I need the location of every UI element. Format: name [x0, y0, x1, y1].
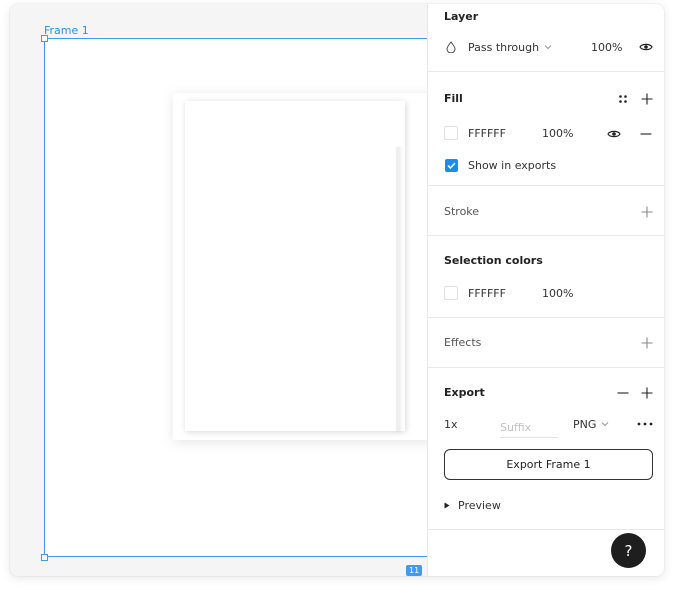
layer-section: Layer Pass through 100%	[428, 4, 664, 72]
properties-panel: Layer Pass through 100% Fill FFFFFF 100%…	[427, 4, 664, 576]
layer-title: Layer	[444, 10, 479, 23]
stroke-section: Stroke	[428, 186, 664, 236]
export-suffix-input[interactable]	[500, 417, 558, 438]
add-effect-icon[interactable]	[640, 336, 654, 350]
fill-hex[interactable]: FFFFFF	[468, 127, 506, 140]
add-export-icon[interactable]	[640, 386, 654, 400]
remove-export-icon[interactable]	[616, 386, 630, 400]
effects-title: Effects	[444, 336, 482, 349]
show-in-exports-label: Show in exports	[468, 159, 557, 172]
export-scale[interactable]: 1x	[444, 418, 458, 431]
chevron-down-icon	[544, 44, 552, 50]
remove-fill-icon[interactable]	[639, 127, 653, 141]
selection-color-opacity[interactable]: 100%	[542, 287, 573, 300]
selection-color-hex[interactable]: FFFFFF	[468, 287, 506, 300]
selection-color-swatch[interactable]	[444, 286, 458, 300]
effects-section: Effects	[428, 318, 664, 368]
fill-opacity[interactable]: 100%	[542, 127, 573, 140]
triangle-right-icon	[444, 502, 450, 509]
inner-rectangle[interactable]	[185, 101, 405, 431]
eye-icon[interactable]	[637, 40, 655, 54]
blend-mode-icon	[444, 40, 458, 54]
preview-label: Preview	[458, 498, 501, 512]
selection-colors-section: Selection colors FFFFFF 100%	[428, 236, 664, 318]
export-format-value: PNG	[573, 417, 597, 431]
fill-title: Fill	[444, 92, 463, 105]
frame-label[interactable]: Frame 1	[44, 24, 89, 37]
stroke-title: Stroke	[444, 205, 480, 218]
layer-opacity[interactable]: 100%	[591, 41, 622, 54]
add-fill-icon[interactable]	[640, 92, 654, 106]
frame-size-tag: 11	[406, 565, 423, 576]
preview-toggle[interactable]: Preview	[444, 496, 564, 514]
blend-mode-dropdown[interactable]: Pass through	[468, 38, 558, 56]
chevron-down-icon	[601, 421, 609, 427]
export-format-dropdown[interactable]: PNG	[573, 415, 623, 433]
inner-divider[interactable]	[396, 147, 400, 431]
fill-eye-icon[interactable]	[605, 127, 623, 141]
export-frame-button[interactable]: Export Frame 1	[444, 449, 653, 480]
fill-section: Fill FFFFFF 100% Show in exports	[428, 72, 664, 186]
resize-handle-bottom-left[interactable]	[41, 554, 48, 561]
help-button[interactable]: ?	[611, 533, 646, 568]
resize-handle-top-left[interactable]	[41, 35, 48, 42]
selection-colors-title: Selection colors	[444, 254, 543, 267]
blend-mode-value: Pass through	[468, 40, 540, 54]
export-title: Export	[444, 386, 485, 399]
show-in-exports-checkbox[interactable]	[445, 159, 458, 172]
add-stroke-icon[interactable]	[640, 205, 654, 219]
design-canvas[interactable]: Frame 1 11	[10, 4, 427, 576]
app-window: Frame 1 11 Layer Pass through 100% Fill …	[10, 4, 664, 576]
more-options-icon[interactable]	[635, 417, 655, 431]
style-grid-icon[interactable]	[616, 92, 630, 106]
fill-color-swatch[interactable]	[444, 126, 458, 140]
